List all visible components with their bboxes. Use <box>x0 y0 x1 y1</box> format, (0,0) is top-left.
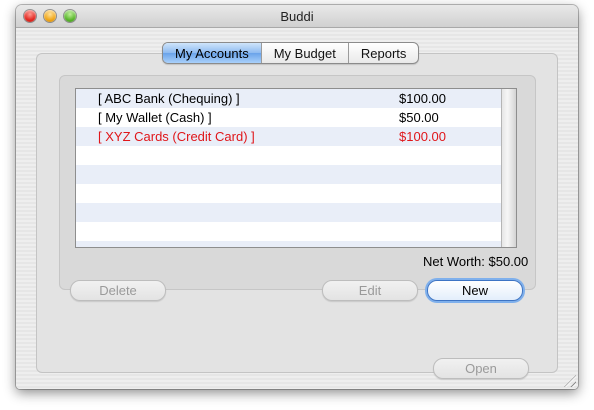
delete-button[interactable]: Delete <box>70 280 166 301</box>
tab-reports[interactable]: Reports <box>347 43 419 63</box>
empty-row <box>76 222 502 241</box>
account-row-my-wallet[interactable]: [ My Wallet (Cash) ] $50.00 <box>76 108 502 127</box>
tab-my-accounts[interactable]: My Accounts <box>163 43 261 63</box>
empty-row <box>76 241 502 247</box>
edit-button[interactable]: Edit <box>322 280 418 301</box>
accounts-tab-panel: [ ABC Bank (Chequing) ] $100.00 [ My Wal… <box>36 53 558 379</box>
open-button[interactable]: Open <box>433 358 529 379</box>
tab-my-budget[interactable]: My Budget <box>260 43 348 63</box>
account-balance: $100.00 <box>399 129 446 144</box>
tab-bar: My Accounts My Budget Reports <box>162 42 420 64</box>
empty-row <box>76 146 502 165</box>
new-button[interactable]: New <box>427 280 523 301</box>
accounts-list[interactable]: [ ABC Bank (Chequing) ] $100.00 [ My Wal… <box>75 88 517 248</box>
window-title: Buddi <box>280 9 314 24</box>
account-balance: $100.00 <box>399 91 446 106</box>
window-content: My Accounts My Budget Reports [ ABC Bank… <box>16 28 578 389</box>
empty-row <box>76 203 502 222</box>
title-bar[interactable]: Buddi <box>16 5 578 28</box>
empty-row <box>76 165 502 184</box>
accounts-group-box: [ ABC Bank (Chequing) ] $100.00 [ My Wal… <box>59 75 536 301</box>
account-name: [ XYZ Cards (Credit Card) ] <box>98 129 255 144</box>
account-row-abc-bank[interactable]: [ ABC Bank (Chequing) ] $100.00 <box>76 89 502 108</box>
account-balance: $50.00 <box>399 110 439 125</box>
list-scrollbar[interactable] <box>501 89 516 247</box>
main-window: Buddi My Accounts My Budget Reports [ AB… <box>16 5 578 389</box>
account-row-xyz-cards[interactable]: [ XYZ Cards (Credit Card) ] $100.00 <box>76 127 502 146</box>
accounts-rows: [ ABC Bank (Chequing) ] $100.00 [ My Wal… <box>76 89 502 247</box>
account-name: [ ABC Bank (Chequing) ] <box>98 91 240 106</box>
resize-grip-icon[interactable] <box>564 375 576 387</box>
account-name: [ My Wallet (Cash) ] <box>98 110 212 125</box>
empty-row <box>76 184 502 203</box>
net-worth-label: Net Worth: $50.00 <box>423 254 529 269</box>
